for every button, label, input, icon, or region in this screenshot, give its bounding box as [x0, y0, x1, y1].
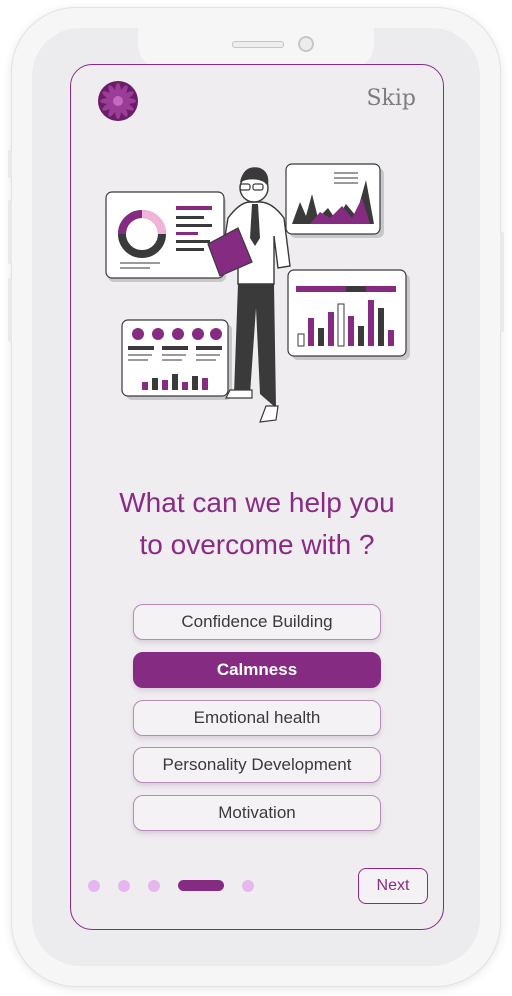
area-chart-card — [285, 163, 384, 238]
skip-button[interactable]: Skip — [366, 86, 416, 111]
page-dot-3[interactable] — [148, 880, 160, 892]
donut-chart-card — [105, 191, 226, 282]
page-dot-5[interactable] — [242, 880, 254, 892]
page-dot-active[interactable] — [178, 880, 224, 891]
dashboard-card — [121, 319, 232, 400]
purple-flower-icon — [98, 81, 138, 121]
bar-chart-card — [287, 269, 410, 360]
option-confidence-building[interactable]: Confidence Building — [133, 604, 381, 640]
question-line-1: What can we help you — [119, 487, 395, 518]
front-camera — [298, 36, 314, 52]
volume-up-button — [8, 200, 12, 264]
side-button — [8, 150, 12, 178]
speaker-grille — [232, 41, 284, 48]
question-line-2: to overcome with ? — [139, 529, 375, 560]
volume-down-button — [8, 278, 12, 342]
option-calmness[interactable]: Calmness — [133, 652, 381, 688]
analytics-illustration — [105, 163, 410, 423]
option-motivation[interactable]: Motivation — [133, 795, 381, 831]
page-dot-2[interactable] — [118, 880, 130, 892]
option-emotional-health[interactable]: Emotional health — [133, 700, 381, 736]
next-button[interactable]: Next — [358, 868, 428, 904]
power-button — [500, 232, 504, 332]
page-dot-1[interactable] — [88, 880, 100, 892]
option-personality-development[interactable]: Personality Development — [133, 747, 381, 783]
